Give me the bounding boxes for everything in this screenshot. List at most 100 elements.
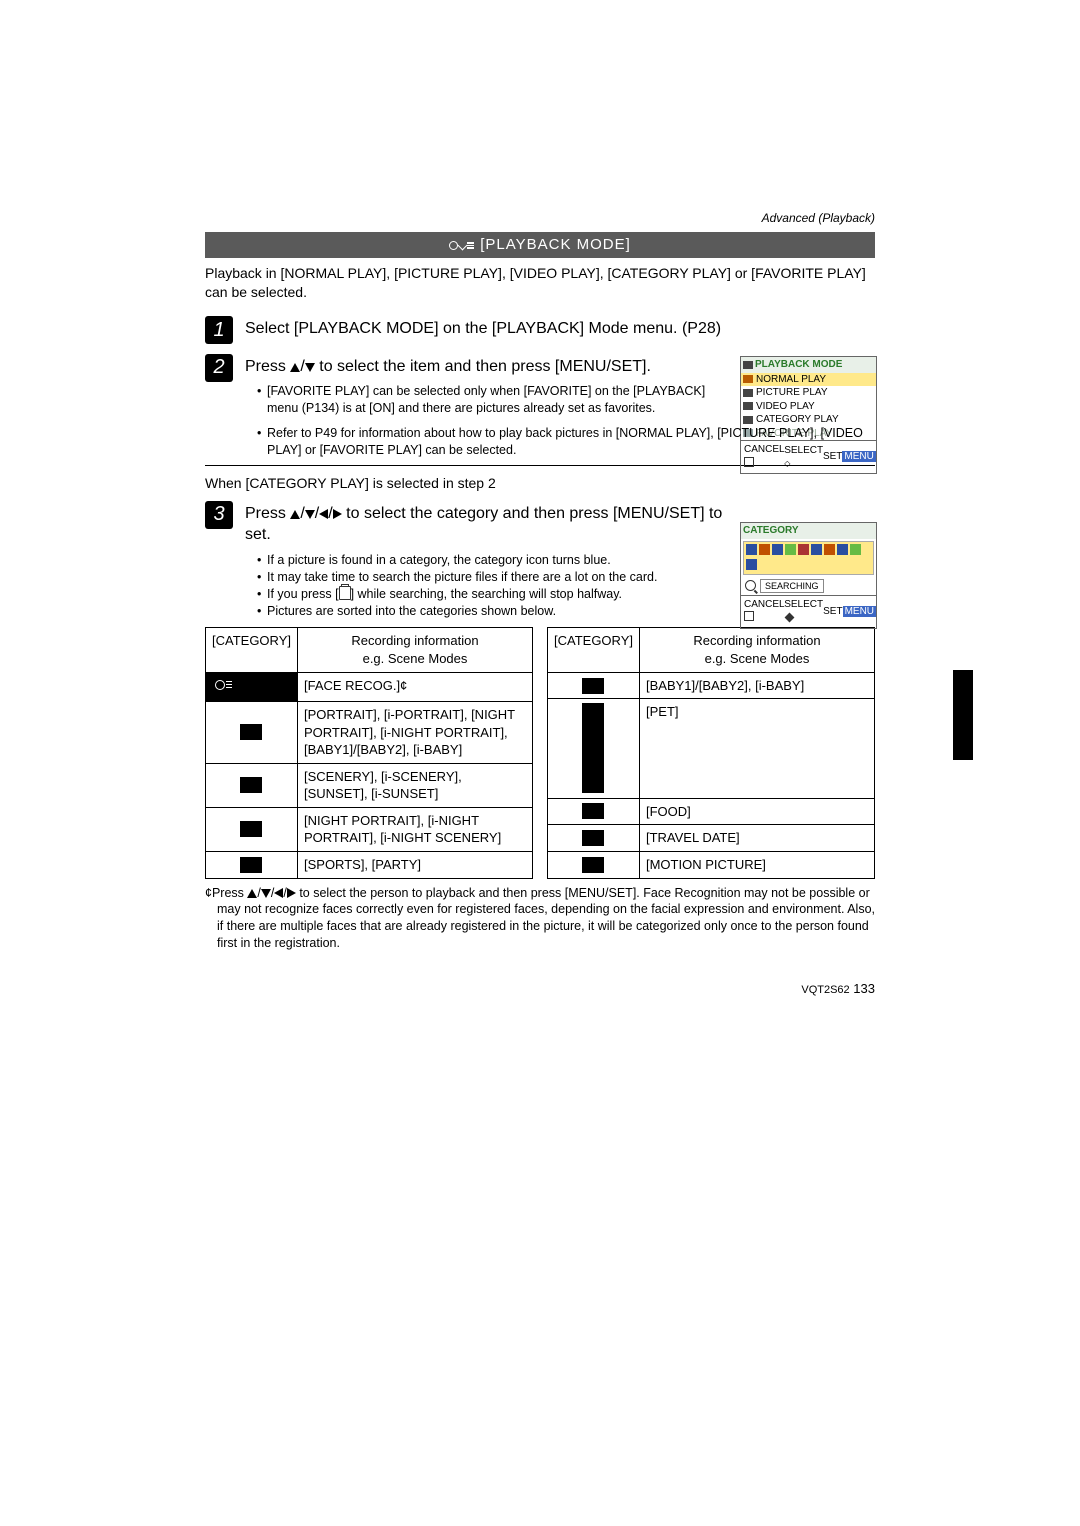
table-row: [TRAVEL DATE] <box>548 825 875 852</box>
table-header: [CATEGORY] <box>206 628 298 672</box>
table-row: [FOOD] <box>548 798 875 825</box>
step-title: Select [PLAYBACK MODE] on the [PLAYBACK]… <box>245 318 875 340</box>
travel-date-icon <box>548 825 640 852</box>
text-fragment: Press <box>245 505 290 522</box>
text-fragment: to select the category and then press [M… <box>245 505 722 544</box>
category-table-left: [CATEGORY] Recording informatione.g. Sce… <box>205 627 533 878</box>
screenshot-title: PLAYBACK MODE <box>755 358 842 372</box>
page-number: 133 <box>853 981 875 996</box>
trash-icon <box>744 611 754 621</box>
step-number-badge: 3 <box>205 501 233 529</box>
subheading: When [CATEGORY PLAY] is selected in step… <box>205 474 875 493</box>
page-footer: VQT2S62 133 <box>205 980 875 998</box>
table-row: [PORTRAIT], [i-PORTRAIT], [NIGHT PORTRAI… <box>206 702 533 764</box>
select-label: SELECT <box>784 599 823 610</box>
step-bullet-list: [FAVORITE PLAY] can be selected only whe… <box>245 383 725 417</box>
down-arrow-icon <box>305 510 315 519</box>
step-number-badge: 2 <box>205 354 233 382</box>
picture-play-icon <box>743 389 753 397</box>
step-1: 1 Select [PLAYBACK MODE] on the [PLAYBAC… <box>205 316 875 346</box>
table-header: Recording informatione.g. Scene Modes <box>639 628 874 672</box>
baby-icon <box>548 672 640 699</box>
portrait-icon <box>206 702 298 764</box>
category-table-right: [CATEGORY] Recording informatione.g. Sce… <box>547 627 875 878</box>
right-arrow-icon <box>333 509 342 519</box>
up-arrow-icon <box>290 363 300 372</box>
down-arrow-icon <box>261 889 271 898</box>
category-play-icon <box>743 416 753 424</box>
section-header: Advanced (Playback) <box>205 210 875 226</box>
table-cell: [FOOD] <box>639 798 874 825</box>
bullet-item: Refer to P49 for information about how t… <box>257 425 875 459</box>
playback-mode-icon <box>449 241 474 250</box>
video-play-icon <box>743 402 753 410</box>
step-bullet-list: Refer to P49 for information about how t… <box>205 425 875 459</box>
manual-page: Advanced (Playback) [PLAYBACK MODE] Play… <box>205 210 875 998</box>
step-title: Press /// to select the category and the… <box>245 503 725 546</box>
category-tables: [CATEGORY] Recording informatione.g. Sce… <box>205 627 875 878</box>
right-arrow-icon <box>287 888 296 898</box>
text-fragment: to select the person to playback and the… <box>217 886 875 951</box>
text-fragment: If you press [ <box>267 587 339 601</box>
table-row: [BABY1]/[BABY2], [i-BABY] <box>548 672 875 699</box>
down-arrow-icon <box>305 363 315 372</box>
table-cell: [NIGHT PORTRAIT], [i-NIGHT PORTRAIT], [i… <box>297 807 532 851</box>
intro-paragraph: Playback in [NORMAL PLAY], [PICTURE PLAY… <box>205 264 875 302</box>
menu-item: VIDEO PLAY <box>756 400 815 414</box>
up-arrow-icon <box>247 889 257 898</box>
text-fragment: ] while searching, the searching will st… <box>351 587 622 601</box>
table-row: [SPORTS], [PARTY] <box>206 851 533 878</box>
set-label: SET <box>823 606 842 617</box>
category-icon-grid <box>743 541 874 575</box>
table-cell: [MOTION PICTURE] <box>639 851 874 878</box>
step-number-badge: 1 <box>205 316 233 344</box>
left-arrow-icon <box>319 509 328 519</box>
text-fragment: ¢Press <box>205 886 247 900</box>
up-arrow-icon <box>290 510 300 519</box>
table-cell: [FACE RECOG.]¢ <box>297 672 532 702</box>
table-row: [SCENERY], [i-SCENERY], [SUNSET], [i-SUN… <box>206 763 533 807</box>
dpad-icon <box>785 612 795 622</box>
scenery-icon <box>206 763 298 807</box>
night-portrait-icon <box>206 807 298 851</box>
menu-item: PICTURE PLAY <box>756 386 828 400</box>
searching-label: SEARCHING <box>760 579 824 593</box>
motion-picture-icon <box>548 851 640 878</box>
bullet-item: If you press [ ] while searching, the sea… <box>257 586 725 603</box>
bullet-item: Pictures are sorted into the categories … <box>257 603 725 620</box>
table-row: [FACE RECOG.]¢ <box>206 672 533 702</box>
footnote: ¢Press /// to select the person to playb… <box>205 885 875 953</box>
table-row: [MOTION PICTURE] <box>548 851 875 878</box>
table-header: [CATEGORY] <box>548 628 640 672</box>
table-cell: [SCENERY], [i-SCENERY], [SUNSET], [i-SUN… <box>297 763 532 807</box>
document-id: VQT2S62 <box>801 984 849 996</box>
table-row: [NIGHT PORTRAIT], [i-NIGHT PORTRAIT], [i… <box>206 807 533 851</box>
search-icon <box>745 580 756 591</box>
page-title-bar: [PLAYBACK MODE] <box>205 232 875 258</box>
screenshot-title: CATEGORY <box>743 525 799 536</box>
table-header: Recording informatione.g. Scene Modes <box>297 628 532 672</box>
table-cell: [TRAVEL DATE] <box>639 825 874 852</box>
sports-icon <box>206 851 298 878</box>
page-title: [PLAYBACK MODE] <box>480 235 631 255</box>
trash-icon <box>339 586 351 600</box>
table-cell: [PORTRAIT], [i-PORTRAIT], [NIGHT PORTRAI… <box>297 702 532 764</box>
table-cell: [SPORTS], [PARTY] <box>297 851 532 878</box>
category-menu-screenshot: CATEGORY SEARCHING CANCEL SELECT SETMENU <box>740 522 877 629</box>
face-recog-icon <box>206 672 298 702</box>
cancel-label: CANCEL <box>744 599 784 610</box>
food-icon <box>548 798 640 825</box>
pet-icon <box>548 699 640 798</box>
menu-item: NORMAL PLAY <box>756 373 826 387</box>
table-cell: [PET] <box>639 699 874 798</box>
text-fragment: Press <box>245 358 290 375</box>
section-thumb-tab <box>953 670 973 760</box>
table-row: [PET] <box>548 699 875 798</box>
text-fragment: to select the item and then press [MENU/… <box>315 358 651 375</box>
step-bullet-list: If a picture is found in a category, the… <box>245 552 725 620</box>
bullet-item: It may take time to search the picture f… <box>257 569 725 586</box>
normal-play-icon <box>743 375 753 383</box>
menu-set-badge: MENU <box>843 606 876 617</box>
bullet-item: [FAVORITE PLAY] can be selected only whe… <box>257 383 725 417</box>
bullet-item: If a picture is found in a category, the… <box>257 552 725 569</box>
